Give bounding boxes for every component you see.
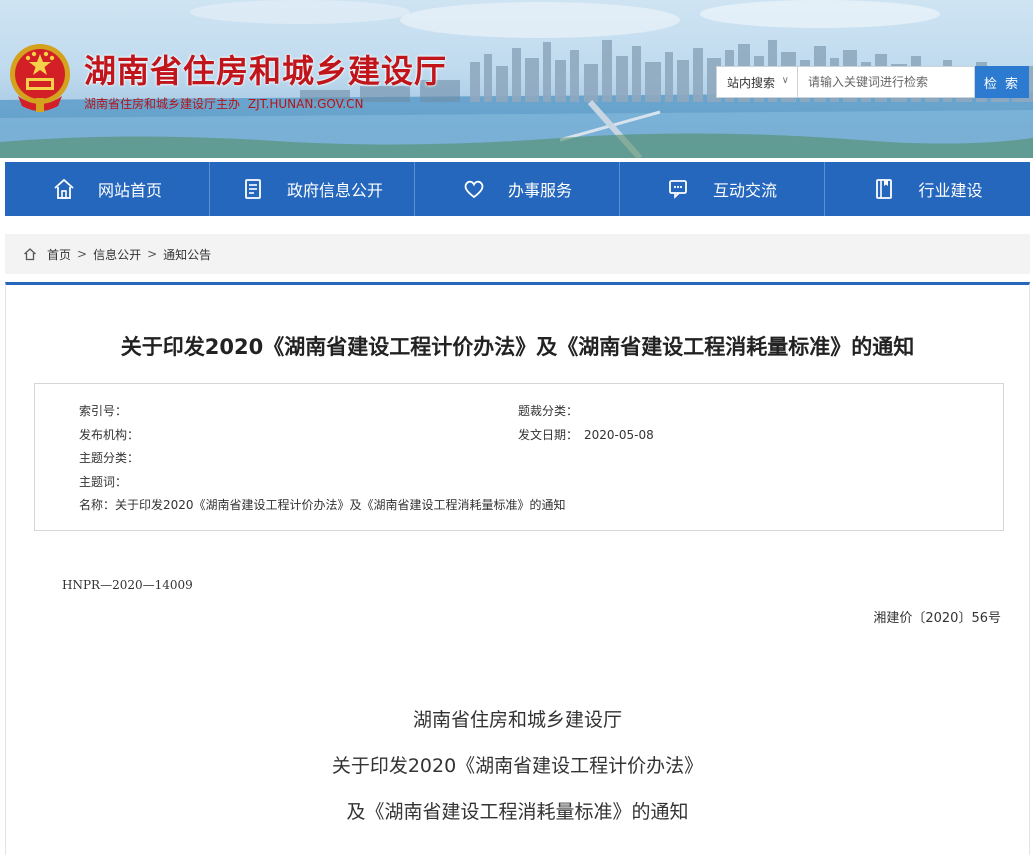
- meta-topic-label: 题裁分类：: [518, 404, 579, 418]
- home-icon: [52, 177, 76, 201]
- search-box: 站内搜索 ∨ 检 索: [716, 66, 1029, 98]
- nav-item-label: 政府信息公开: [286, 181, 383, 200]
- breadcrumb-separator: >: [77, 247, 88, 261]
- document-number: HNPR—2020—14009: [62, 578, 193, 592]
- meta-subject: 主题分类：: [79, 449, 145, 466]
- book-icon: [872, 177, 896, 201]
- main-nav: 网站首页 政府信息公开 办事服务 互动交流 行业建设: [5, 162, 1030, 216]
- nav-item-interaction[interactable]: 互动交流: [620, 162, 825, 216]
- nav-item-label: 行业建设: [918, 181, 983, 200]
- meta-subject-label: 主题分类：: [79, 451, 140, 465]
- nav-item-label: 互动交流: [712, 181, 777, 200]
- meta-index-label: 索引号：: [79, 404, 128, 418]
- chat-icon: [667, 177, 691, 201]
- nav-item-home[interactable]: 网站首页: [5, 162, 210, 216]
- search-input[interactable]: [797, 66, 975, 98]
- site-subtitle: 湖南省住房和城乡建设厅主办 ZJT.HUNAN.GOV.CN: [84, 95, 363, 112]
- body-heading-line: 湖南省住房和城乡建设厅: [412, 709, 622, 731]
- breadcrumb-separator: >: [147, 247, 158, 261]
- home-icon: [24, 248, 36, 261]
- meta-keywords-label: 主题词：: [79, 475, 128, 489]
- meta-date: 发文日期： 2020-05-08: [518, 426, 654, 443]
- search-button[interactable]: 检 索: [975, 66, 1029, 98]
- breadcrumb-info-link[interactable]: 信息公开: [93, 246, 141, 263]
- breadcrumb-home-link[interactable]: 首页: [47, 246, 71, 263]
- article-container: 关于印发2020《湖南省建设工程计价办法》及《湖南省建设工程消耗量标准》的通知 …: [5, 282, 1030, 855]
- nav-item-gov-info[interactable]: 政府信息公开: [210, 162, 415, 216]
- nav-item-label: 网站首页: [97, 181, 162, 200]
- meta-name-value: 关于印发2020《湖南省建设工程计价办法》及《湖南省建设工程消耗量标准》的通知: [115, 498, 566, 512]
- search-scope-select[interactable]: 站内搜索 ∨: [716, 66, 797, 98]
- meta-publisher: 发布机构：: [79, 426, 145, 443]
- article-meta-box: 索引号： 题裁分类： 发布机构： 发文日期： 2020-05-08 主题分类： 主…: [34, 383, 1004, 531]
- chevron-down-icon: ∨: [781, 75, 789, 86]
- breadcrumb: 首页 > 信息公开 > 通知公告: [5, 234, 1030, 274]
- meta-topic: 题裁分类：: [518, 402, 584, 419]
- site-title: 湖南省住房和城乡建设厅: [84, 52, 448, 90]
- nav-item-industry[interactable]: 行业建设: [825, 162, 1030, 216]
- site-host: 湖南省住房和城乡建设厅主办: [84, 97, 241, 111]
- meta-publisher-label: 发布机构：: [79, 428, 140, 442]
- nav-item-services[interactable]: 办事服务: [415, 162, 620, 216]
- nav-item-label: 办事服务: [507, 181, 572, 200]
- site-domain: ZJT.HUNAN.GOV.CN: [247, 97, 364, 111]
- search-scope-label: 站内搜索: [727, 75, 776, 90]
- document-reference: 湘建价〔2020〕56号: [873, 611, 1001, 626]
- body-heading-line: 及《湖南省建设工程消耗量标准》的通知: [346, 801, 689, 823]
- national-emblem-icon: [10, 44, 70, 112]
- meta-name-label: 名称：: [79, 498, 116, 512]
- meta-index: 索引号：: [79, 402, 133, 419]
- body-heading-line: 关于印发2020《湖南省建设工程计价办法》: [331, 755, 704, 777]
- document-icon: [241, 177, 265, 201]
- meta-name: 名称：关于印发2020《湖南省建设工程计价办法》及《湖南省建设工程消耗量标准》的…: [79, 496, 566, 513]
- article-title: 关于印发2020《湖南省建设工程计价办法》及《湖南省建设工程消耗量标准》的通知: [120, 335, 915, 359]
- heart-icon: [462, 177, 486, 201]
- meta-date-label: 发文日期：: [518, 428, 579, 442]
- site-banner: 湖南省住房和城乡建设厅 湖南省住房和城乡建设厅主办 ZJT.HUNAN.GOV.…: [0, 0, 1033, 158]
- breadcrumb-notice-link[interactable]: 通知公告: [163, 246, 211, 263]
- meta-date-value: 2020-05-08: [584, 428, 654, 442]
- meta-keywords: 主题词：: [79, 473, 133, 490]
